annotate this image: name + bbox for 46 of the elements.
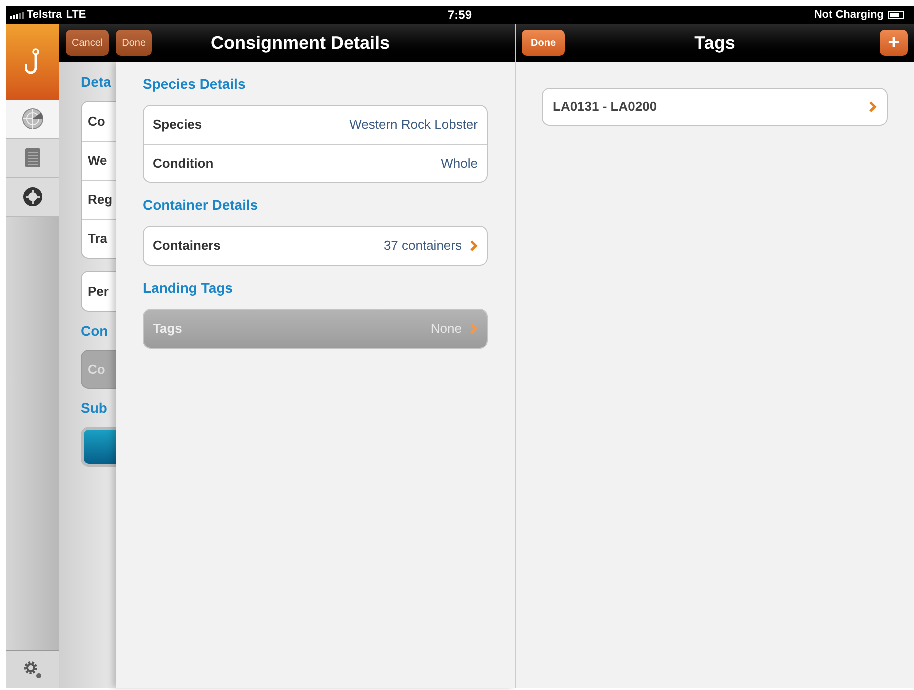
- add-button[interactable]: +: [880, 30, 908, 56]
- row-label: Per: [88, 282, 109, 301]
- row-label: Species: [153, 116, 202, 134]
- sidebar-tab[interactable]: [6, 178, 59, 217]
- row-label: Co: [88, 112, 106, 131]
- battery-status: Not Charging: [814, 8, 884, 23]
- screen-title: Tags: [694, 32, 736, 55]
- row-label: Reg: [88, 191, 113, 210]
- row-value: Whole: [441, 154, 478, 173]
- network-type: LTE: [66, 8, 86, 23]
- row-label: We: [88, 152, 108, 170]
- row-label: Containers: [153, 237, 221, 256]
- section-header: Sub: [81, 401, 108, 415]
- table-row[interactable]: Species Western Rock Lobster: [144, 106, 487, 144]
- app-logo[interactable]: [6, 24, 59, 100]
- fish-hook-icon: [24, 48, 40, 76]
- lifebuoy-icon: [22, 187, 42, 207]
- section-header: Species Details: [143, 75, 247, 94]
- chevron-icon: [869, 101, 877, 113]
- table-row[interactable]: Tags None: [144, 310, 487, 348]
- row-value: Western Rock Lobster: [350, 116, 478, 134]
- battery-icon: [888, 11, 904, 19]
- chevron-icon: [470, 323, 478, 335]
- notepad-icon: [24, 148, 40, 168]
- table-row[interactable]: Condition Whole: [144, 144, 487, 182]
- settings-button[interactable]: [6, 650, 59, 688]
- section-header: Landing Tags: [143, 279, 234, 298]
- row-label: Tags: [153, 320, 182, 338]
- row-label: Condition: [153, 154, 214, 173]
- carrier-name: Telstra: [27, 8, 62, 23]
- radar-icon: [22, 108, 44, 130]
- screen-title: Consignment Details: [211, 32, 390, 55]
- signal-icon: [10, 12, 24, 18]
- section-header: Deta: [81, 75, 112, 89]
- done-button[interactable]: Done: [522, 30, 565, 56]
- table-row[interactable]: Containers 37 containers: [144, 227, 487, 265]
- chevron-icon: [470, 240, 478, 252]
- tag-range-row[interactable]: LA0131 - LA0200: [542, 88, 888, 126]
- settings-icon: [22, 658, 44, 680]
- section-header: Con: [81, 324, 110, 338]
- row-value: 37 containers: [384, 237, 462, 256]
- status-time: 7:59: [448, 7, 472, 24]
- tag-range: LA0131 - LA0200: [553, 98, 658, 116]
- row-value: None: [430, 320, 462, 338]
- row-label: Tra: [88, 230, 108, 248]
- section-header: Container Details: [143, 196, 260, 215]
